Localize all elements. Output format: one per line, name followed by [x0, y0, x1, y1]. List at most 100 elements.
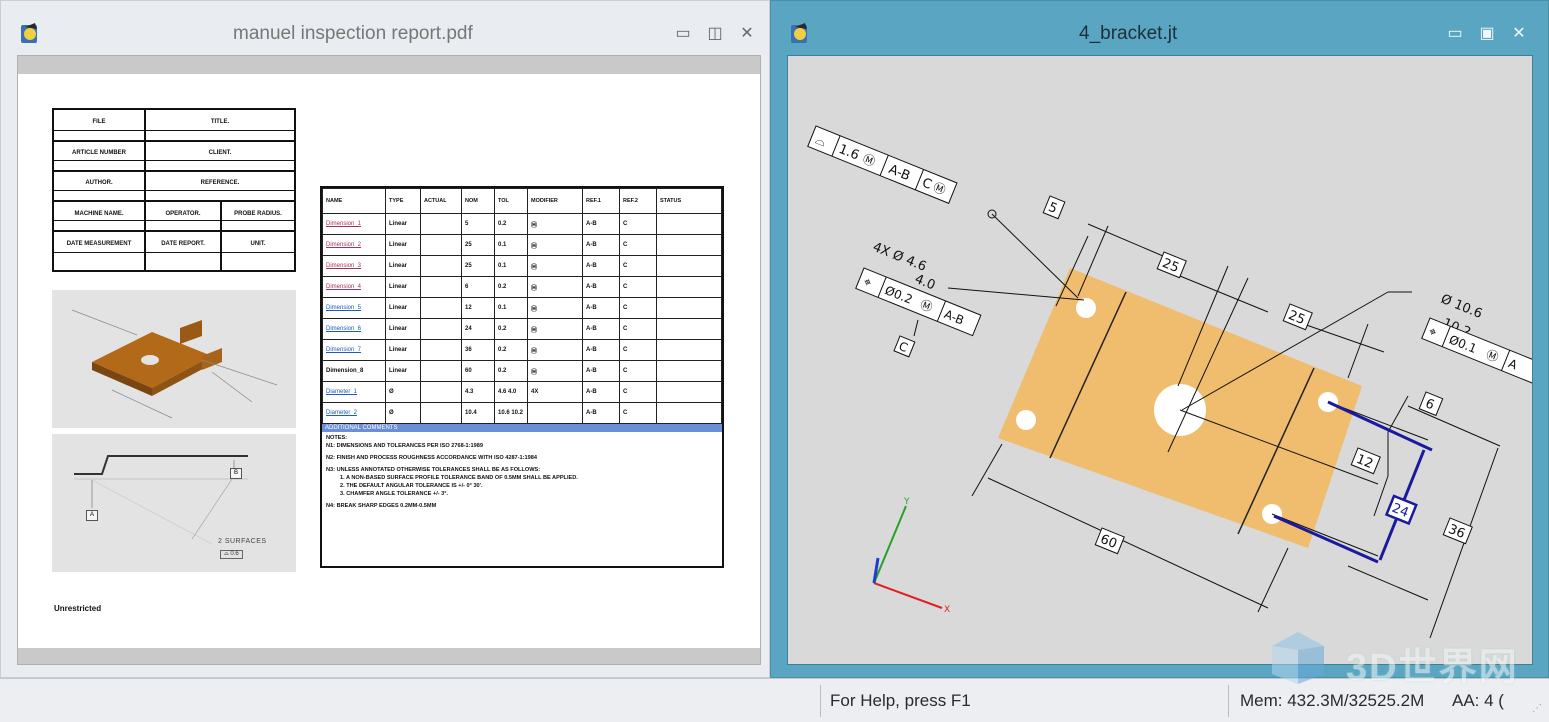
restore-button[interactable]: ▣ — [1475, 23, 1499, 43]
cell-tol: 0.2 — [494, 339, 528, 361]
reference-label: REFERENCE. — [200, 180, 240, 186]
3d-viewport[interactable]: ⌓ 1.6 Ⓜ A-B C Ⓜ 5 25 25 4X Ø 4.6 4.0 ⌖ Ø… — [787, 55, 1533, 665]
pdf-document-page[interactable]: FILE TITLE. ARTICLE NUMBER CLIENT. AUTHO… — [17, 55, 761, 665]
pdf-bottom-bar — [18, 648, 760, 664]
jt-viewer-window: 4_bracket.jt ▭ ▣ ✕ ⌓ 1.6 Ⓜ A-B C Ⓜ 5 25 … — [770, 0, 1549, 678]
table-row: Dimension_4 Linear 6 0.2 Ⓜ A-B C — [322, 276, 722, 298]
cell-nom: 5 — [461, 213, 495, 235]
cell-ref1: A-B — [582, 297, 620, 319]
cell-type: Linear — [385, 234, 421, 256]
client-label: CLIENT. — [208, 150, 232, 156]
col-ref1: REF.1 — [582, 188, 620, 214]
table-header-row: NAME TYPE ACTUAL NOM TOL MODIFIER REF.1 … — [322, 188, 722, 214]
cell-status — [656, 234, 722, 256]
axis-triad: X Y — [872, 497, 950, 615]
cell-ref1: A-B — [582, 276, 620, 298]
cell-ref1: A-B — [582, 360, 620, 382]
cell-name[interactable]: Dimension_1 — [322, 213, 386, 235]
cell-type: Ø — [385, 381, 421, 403]
cell-modifier: Ⓜ — [527, 297, 583, 319]
cell-modifier: Ⓜ — [527, 213, 583, 235]
date-report-label: DATE REPORT. — [161, 241, 205, 247]
notes-title: NOTES: — [326, 435, 348, 441]
pdf-titlebar[interactable]: manuel inspection report.pdf ▭ ◫ ✕ — [1, 1, 769, 53]
cell-type: Linear — [385, 213, 421, 235]
cell-ref2: C — [619, 276, 657, 298]
cell-name[interactable]: Dimension_5 — [322, 297, 386, 319]
close-button[interactable]: ✕ — [735, 23, 759, 43]
cell-name[interactable]: Dimension_3 — [322, 255, 386, 277]
minimize-button[interactable]: ▭ — [1443, 23, 1467, 43]
cell-type: Linear — [385, 255, 421, 277]
hole-callout-4x: 4X Ø 4.6 4.0 ⌖ Ø0.2 Ⓜ A-B C — [855, 240, 982, 358]
profile-thumbnail-drawing — [74, 455, 248, 545]
cell-modifier: 4X — [527, 381, 583, 403]
table-row: Dimension_2 Linear 25 0.1 Ⓜ A-B C — [322, 234, 722, 256]
cell-ref1: A-B — [582, 234, 620, 256]
cell-modifier: Ⓜ — [527, 360, 583, 382]
dimension-table: NAME TYPE ACTUAL NOM TOL MODIFIER REF.1 … — [320, 186, 724, 568]
status-memory: Mem: 432.3M/32525.2M — [1240, 691, 1425, 710]
surface-profile-tolerance: ⌓ 0.6 — [220, 550, 243, 559]
unit-label: UNIT. — [250, 241, 266, 247]
cell-actual — [420, 360, 462, 382]
cell-actual — [420, 234, 462, 256]
cell-name: Dimension_8 — [322, 360, 386, 382]
hole-callout-center: Ø 10.6 10.2 ⌖ Ø0.1 Ⓜ A — [1421, 292, 1532, 385]
title-label: TITLE. — [210, 119, 230, 125]
cell-modifier: Ⓜ — [527, 234, 583, 256]
col-type: TYPE — [385, 188, 421, 214]
resize-grip-icon[interactable]: ⋰ — [1532, 703, 1542, 714]
cell-type: Ø — [385, 402, 421, 424]
cell-name[interactable]: Diameter_1 — [322, 381, 386, 403]
cell-tol: 4.6 4.0 — [494, 381, 528, 403]
close-button[interactable]: ✕ — [1507, 23, 1531, 43]
pdf-window: manuel inspection report.pdf ▭ ◫ ✕ FILE … — [0, 0, 770, 678]
minimize-button[interactable]: ▭ — [671, 23, 695, 43]
cell-nom: 4.3 — [461, 381, 495, 403]
cell-status — [656, 360, 722, 382]
surface-profile-value: 0.6 — [230, 551, 239, 557]
cell-status — [656, 213, 722, 235]
note-n3-3: 3. CHAMFER ANGLE TOLERANCE +/- 3°. — [340, 491, 449, 497]
jt-window-title: 4_bracket.jt — [1079, 23, 1178, 44]
note-n3-1: 1. A NON-BASED SURFACE PROFILE TOLERANCE… — [340, 475, 578, 481]
cell-status — [656, 318, 722, 340]
cell-status — [656, 339, 722, 361]
cell-name[interactable]: Dimension_4 — [322, 276, 386, 298]
cell-tol: 0.2 — [494, 360, 528, 382]
notes-block: NOTES: N1: DIMENSIONS AND TOLERANCES PER… — [322, 432, 722, 516]
restore-button[interactable]: ◫ — [703, 23, 727, 43]
note-n3: N3: UNLESS ANNOTATED OTHERWISE TOLERANCE… — [326, 467, 541, 473]
table-row: Diameter_2 Ø 10.4 10.6 10.2 A-B C — [322, 402, 722, 424]
cell-type: Linear — [385, 318, 421, 340]
cell-modifier — [527, 402, 583, 424]
cell-tol: 10.6 10.2 — [494, 402, 528, 424]
cell-name[interactable]: Dimension_2 — [322, 234, 386, 256]
cell-nom: 12 — [461, 297, 495, 319]
cell-name[interactable]: Dimension_7 — [322, 339, 386, 361]
cell-ref1: A-B — [582, 402, 620, 424]
cell-tol: 0.1 — [494, 234, 528, 256]
datum-a-label: A — [86, 510, 98, 521]
cell-actual — [420, 402, 462, 424]
cell-ref2: C — [619, 402, 657, 424]
cell-name[interactable]: Dimension_6 — [322, 318, 386, 340]
cell-nom: 10.4 — [461, 402, 495, 424]
surfaces-label: 2 SURFACES — [218, 538, 267, 545]
hole-top-left — [1076, 298, 1096, 318]
profile-thumbnail: A B 2 SURFACES ⌓ 0.6 — [52, 434, 296, 572]
file-label: FILE — [92, 119, 106, 125]
bracket-model-drawing[interactable]: ⌓ 1.6 Ⓜ A-B C Ⓜ 5 25 25 4X Ø 4.6 4.0 ⌖ Ø… — [788, 56, 1532, 664]
cell-name[interactable]: Diameter_2 — [322, 402, 386, 424]
table-row: Dimension_6 Linear 24 0.2 Ⓜ A-B C — [322, 318, 722, 340]
table-row: Dimension_1 Linear 5 0.2 Ⓜ A-B C — [322, 213, 722, 235]
watermark-text: 3D世界网 — [1346, 647, 1519, 689]
cell-ref1: A-B — [582, 318, 620, 340]
jt-titlebar[interactable]: 4_bracket.jt ▭ ▣ ✕ — [771, 1, 1548, 53]
cell-tol: 0.2 — [494, 318, 528, 340]
cell-tol: 0.2 — [494, 213, 528, 235]
cell-actual — [420, 297, 462, 319]
report-header-table: FILE TITLE. ARTICLE NUMBER CLIENT. AUTHO… — [52, 108, 296, 272]
table-row: Dimension_5 Linear 12 0.1 Ⓜ A-B C — [322, 297, 722, 319]
